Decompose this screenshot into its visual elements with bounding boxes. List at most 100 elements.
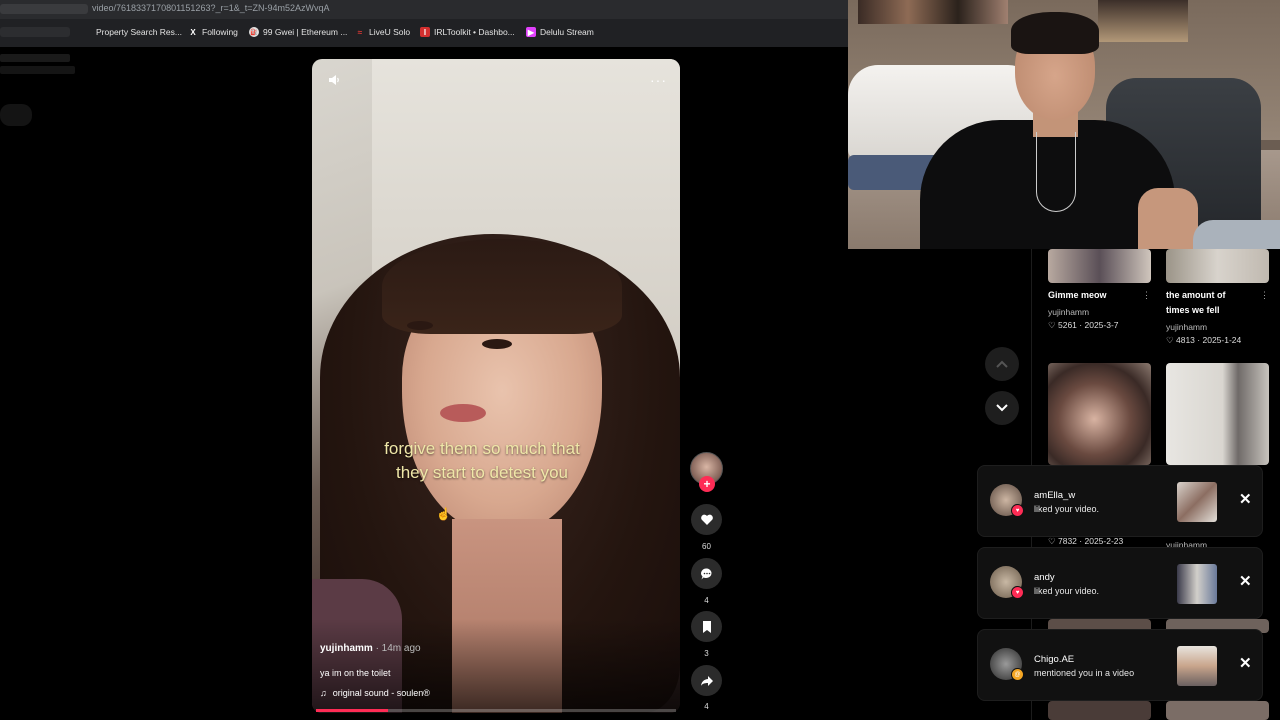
video-thumbnail[interactable]	[1166, 363, 1269, 465]
save-count: 3	[704, 649, 709, 658]
notification-user: andy	[1034, 572, 1055, 583]
next-video-button[interactable]	[985, 391, 1019, 425]
bookmark-delulu-stream[interactable]: ▶ Delulu Stream	[526, 27, 594, 37]
video-player[interactable]	[312, 59, 680, 713]
blurred-url-prefix	[0, 4, 88, 14]
video-author[interactable]: yujinhamm · 14m ago	[320, 643, 421, 654]
stream-icon: ▶	[526, 27, 536, 37]
video-thumbnail[interactable]	[1048, 701, 1151, 720]
chevron-up-icon	[996, 360, 1008, 368]
grid-title-line: the amount of	[1166, 290, 1226, 300]
share-button[interactable]	[691, 665, 722, 696]
grid-video-user[interactable]: yujinhamm	[1166, 322, 1207, 332]
bookmark-label: 99 Gwei | Ethereum ...	[263, 27, 348, 37]
progress-fill	[316, 709, 388, 712]
heart-badge-icon: ♥	[1011, 586, 1024, 599]
previous-video-button[interactable]	[985, 347, 1019, 381]
bookmark-gwei[interactable]: ⛽ 99 Gwei | Ethereum ...	[249, 27, 347, 37]
video-bottom-gradient	[312, 619, 680, 713]
bookmark-icon	[702, 620, 711, 633]
bookmark-irltoolkit[interactable]: I IRLToolkit • Dashbo...	[420, 27, 515, 37]
video-description: ya im on the toilet	[320, 668, 391, 678]
author-name[interactable]: yujinhamm	[320, 643, 373, 654]
notification-action: liked your video.	[1034, 586, 1100, 596]
bookmark-following[interactable]: X Following	[188, 27, 238, 37]
more-options-icon[interactable]: ···	[650, 72, 667, 88]
more-vertical-icon[interactable]: ⋮	[1142, 290, 1151, 301]
share-arrow-icon	[700, 675, 713, 686]
heart-badge-icon: ♥	[1011, 504, 1024, 517]
grid-video-meta: ♡ 5261 · 2025-3-7	[1048, 320, 1119, 330]
comment-icon	[700, 567, 711, 579]
bookmark-property-search[interactable]: Property Search Res...	[96, 27, 182, 37]
notification-user: Chigo.AE	[1034, 654, 1075, 665]
grid-title-line: times we fell	[1166, 305, 1220, 315]
notification-action: mentioned you in a video	[1034, 668, 1135, 678]
close-icon[interactable]: ✕	[1239, 572, 1252, 590]
video-sound[interactable]: ♫ original sound - soulen®	[320, 688, 430, 698]
video-thumbnail[interactable]	[1166, 701, 1269, 720]
grid-video-title[interactable]: the amount of times we fell	[1166, 288, 1226, 318]
grid-date: 2025-3-7	[1084, 320, 1119, 330]
address-bar[interactable]: video/761833717080115126​3?_r=1&_t=ZN-94…	[0, 0, 848, 19]
hand-cursor-icon: ☝	[436, 507, 451, 521]
volume-icon[interactable]	[327, 73, 341, 87]
caption-line-2: they start to detest you	[396, 463, 568, 482]
grid-date: 2025-1-24	[1202, 335, 1242, 345]
notification-action: liked your video.	[1034, 504, 1100, 514]
chevron-down-icon	[996, 404, 1008, 412]
sound-title[interactable]: original sound - soulen®	[333, 688, 430, 698]
heart-outline-icon: ♡	[1048, 536, 1056, 546]
bookmark-label: IRLToolkit • Dashbo...	[434, 27, 515, 37]
video-thumbnail[interactable]	[1166, 249, 1269, 283]
like-button[interactable]	[691, 504, 722, 535]
bookmarks-bar: Property Search Res... X Following ⛽ 99 …	[0, 19, 848, 47]
grid-video-title[interactable]: Gimme meow	[1048, 288, 1107, 303]
grid-video-user[interactable]: yujinhamm	[1048, 307, 1089, 317]
irl-icon: I	[420, 27, 430, 37]
grid-like-count: 7832	[1058, 536, 1077, 546]
webcam-person-arm	[1138, 188, 1198, 249]
gas-icon: ⛽	[249, 27, 259, 37]
music-note-icon: ♫	[320, 688, 327, 698]
close-icon[interactable]: ✕	[1239, 654, 1252, 672]
video-progress-bar[interactable]	[316, 709, 676, 712]
bookmark-label: Delulu Stream	[540, 27, 594, 37]
blurred-sidebar-text	[0, 66, 75, 74]
video-frame-eye	[407, 321, 433, 330]
video-frame-eye	[482, 339, 512, 349]
caption-line-1: forgive them so much that	[384, 439, 580, 458]
bookmark-label: LiveU Solo	[369, 27, 411, 37]
blurred-sidebar-button	[0, 104, 32, 126]
grid-video-user[interactable]: yujinhamm	[1166, 540, 1207, 547]
video-frame-lips	[440, 404, 486, 422]
bookmark-label: Property Search Res...	[96, 27, 182, 37]
video-thumbnail[interactable]	[1048, 249, 1151, 283]
share-count: 4	[704, 702, 709, 711]
video-frame-bangs	[382, 239, 622, 334]
bookmark-liveu[interactable]: ≈ LiveU Solo	[355, 27, 410, 37]
webcam-person-hair	[1011, 12, 1099, 54]
comment-count: 4	[704, 596, 709, 605]
notification-card[interactable]: ♥ amElla_w liked your video. ✕	[977, 465, 1263, 537]
grid-like-count: 5261	[1058, 320, 1077, 330]
save-button[interactable]	[691, 611, 722, 642]
video-thumbnail[interactable]	[1048, 363, 1151, 465]
more-vertical-icon[interactable]: ⋮	[1260, 290, 1269, 301]
follow-plus-icon[interactable]: +	[699, 476, 715, 492]
video-caption: forgive them so much that they start to …	[312, 437, 652, 485]
heart-outline-icon: ♡	[1166, 335, 1174, 345]
grid-video-meta: ♡ 7832 · 2025-2-23	[1048, 536, 1124, 546]
url-text[interactable]: video/761833717080115126​3?_r=1&_t=ZN-94…	[92, 3, 330, 13]
blurred-bookmark	[0, 27, 70, 37]
notification-card[interactable]: ♥ andy liked your video. ✕	[977, 547, 1263, 619]
liveu-icon: ≈	[357, 27, 363, 37]
heart-icon	[700, 514, 713, 525]
grid-video-meta: ♡ 4813 · 2025-1-24	[1166, 335, 1242, 345]
notification-thumbnail	[1177, 564, 1217, 604]
notification-thumbnail	[1177, 646, 1217, 686]
close-icon[interactable]: ✕	[1239, 490, 1252, 508]
comment-button[interactable]	[691, 558, 722, 589]
webcam-necklace	[1036, 132, 1076, 212]
notification-card[interactable]: @ Chigo.AE mentioned you in a video ✕	[977, 629, 1263, 701]
